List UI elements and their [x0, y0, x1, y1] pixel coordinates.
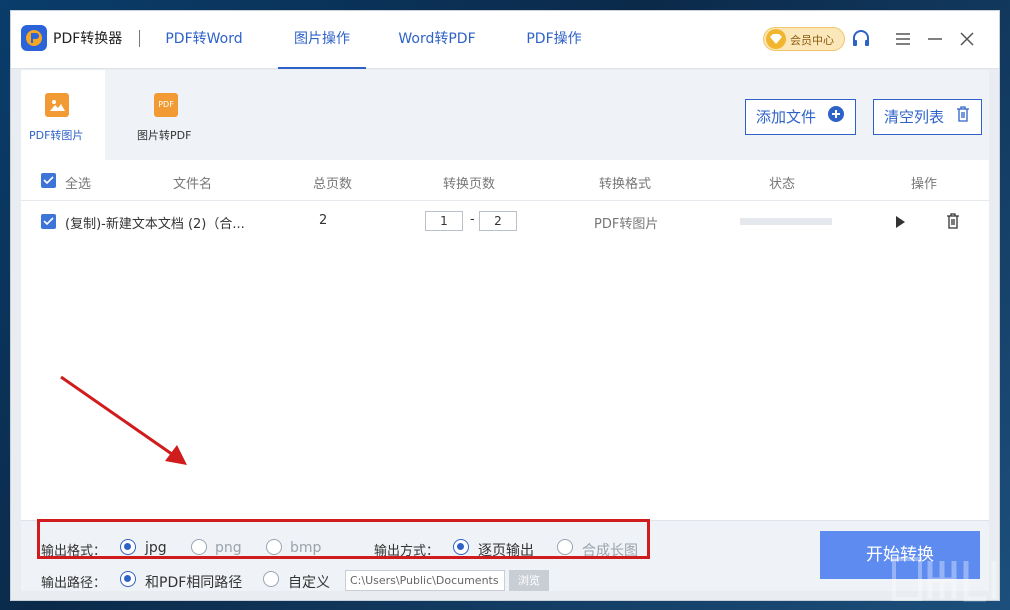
path-custom-radio[interactable]	[263, 571, 279, 587]
path-same-label: 和PDF相同路径	[145, 575, 243, 591]
add-file-label: 添加文件	[756, 108, 817, 126]
menu-icon[interactable]	[891, 27, 915, 51]
subnav-image-to-pdf[interactable]: PDF 图片转PDF	[121, 70, 211, 160]
headset-icon[interactable]	[849, 27, 873, 51]
highlight-box	[37, 519, 650, 559]
tab-image-operations[interactable]: 图片操作	[278, 11, 366, 69]
table-row: (复制)-新建文本文档 (2)（合... 2 1 - 2 PDF转图片	[21, 201, 989, 241]
table-header: 全选 文件名 总页数 转换页数 转换格式 状态 操作	[21, 160, 989, 201]
row-checkbox[interactable]	[41, 214, 56, 229]
clear-list-label: 清空列表	[884, 108, 945, 126]
header-actions: 操作	[911, 177, 938, 192]
minimize-icon[interactable]	[923, 27, 947, 51]
row-progress-bar	[740, 218, 832, 225]
image-icon	[45, 93, 69, 117]
title-divider	[139, 30, 140, 47]
vip-center-button[interactable]: 会员中心	[763, 27, 845, 51]
diamond-icon	[766, 29, 786, 49]
add-file-button[interactable]: 添加文件	[745, 99, 856, 135]
tab-pdf-to-word[interactable]: PDF转Word	[151, 11, 257, 69]
clear-list-button[interactable]: 清空列表	[873, 99, 982, 135]
path-same-radio[interactable]	[120, 571, 136, 587]
play-icon[interactable]	[894, 214, 906, 233]
plus-circle-icon	[827, 101, 845, 135]
row-format: PDF转图片	[594, 217, 659, 232]
page-from-input[interactable]: 1	[425, 211, 463, 231]
pdf-icon: PDF	[154, 93, 178, 117]
subnav-label: 图片转PDF	[137, 129, 192, 142]
subnav-label: PDF转图片	[29, 129, 84, 142]
header-status: 状态	[769, 177, 796, 192]
title-bar: PDF转换器 PDF转Word 图片操作 Word转PDF PDF操作 会员中心	[11, 11, 999, 69]
toolbar-strip	[105, 70, 989, 160]
row-delete-icon[interactable]	[945, 212, 961, 234]
select-all-checkbox[interactable]	[41, 173, 56, 188]
app-title: PDF转换器	[53, 31, 123, 47]
header-filename: 文件名	[173, 177, 213, 192]
output-path-label: 输出路径：	[41, 576, 107, 591]
vip-center-label: 会员中心	[790, 34, 834, 47]
tab-word-to-pdf[interactable]: Word转PDF	[384, 11, 490, 69]
trash-icon	[955, 101, 971, 135]
custom-path-input[interactable]: C:\Users\Public\Documents	[345, 570, 505, 591]
page-to-input[interactable]: 2	[479, 211, 517, 231]
watermark-logo	[892, 557, 997, 602]
app-window: PDF转换器 PDF转Word 图片操作 Word转PDF PDF操作 会员中心	[10, 10, 1000, 601]
subnav-pdf-to-image[interactable]: PDF转图片	[21, 70, 105, 160]
header-convert-pages: 转换页数	[443, 177, 496, 192]
page-range-separator: -	[470, 212, 475, 227]
main-panel: PDF转图片 PDF 图片转PDF 添加文件 清空列表 全选 文件名 总页数 转…	[21, 70, 989, 591]
path-custom-label: 自定义	[288, 575, 330, 591]
app-logo-icon	[21, 25, 47, 51]
row-total-pages: 2	[319, 213, 328, 228]
header-format: 转换格式	[599, 177, 652, 192]
tab-pdf-operations[interactable]: PDF操作	[511, 11, 597, 69]
annotation-arrow-icon	[60, 375, 187, 465]
header-select-all: 全选	[65, 177, 92, 192]
row-filename: (复制)-新建文本文档 (2)（合...	[65, 217, 245, 232]
close-icon[interactable]	[955, 27, 979, 51]
browse-button[interactable]: 浏览	[509, 570, 549, 591]
header-total-pages: 总页数	[313, 177, 353, 192]
